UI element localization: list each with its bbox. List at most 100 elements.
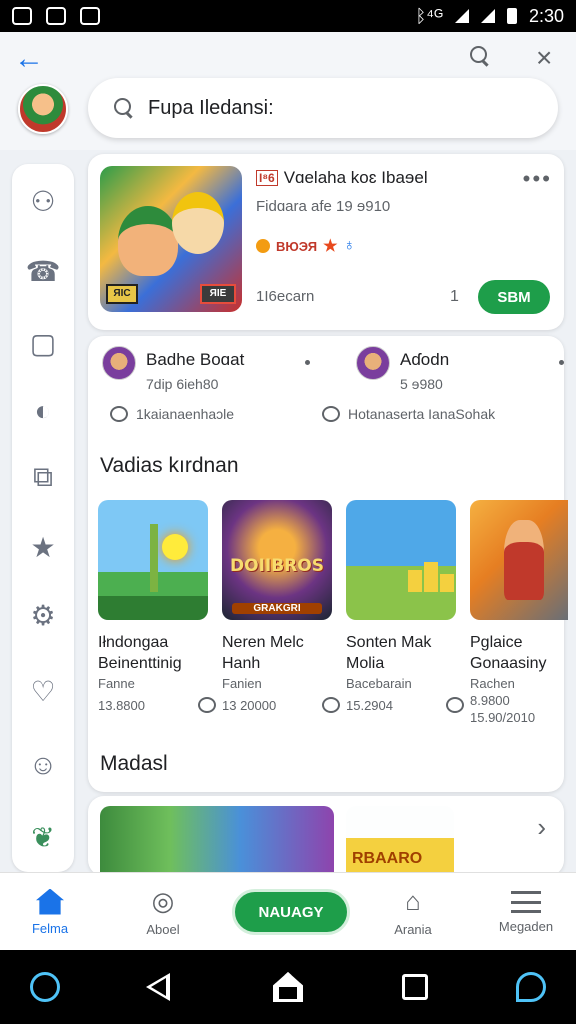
featured-app-art[interactable]: ЯIC ЯIE — [100, 166, 242, 312]
add-contact-icon[interactable]: ☎ — [26, 254, 61, 288]
friend-subtitle: 5 ɘ980 — [400, 376, 443, 392]
share-box-icon[interactable]: ⧉ — [26, 460, 60, 494]
close-icon[interactable]: × — [536, 42, 552, 74]
chat-notification-icon — [46, 7, 66, 25]
friend-item[interactable]: Aɗodn 5 ɘ980 Hotanaserta IanaSohak — [322, 346, 576, 436]
wifi-icon — [454, 9, 469, 23]
app-notification-icon — [80, 7, 100, 25]
search-icon — [114, 98, 134, 118]
app-header: ← × Fupa Iledansi: — [0, 32, 576, 150]
rating-text: BЮЭЯ — [276, 238, 318, 254]
game-category: Rachen — [470, 676, 515, 691]
game-name: Iłndongaa Beinenttinig — [98, 634, 182, 672]
more-dot-icon[interactable] — [305, 360, 310, 365]
battery-icon — [506, 8, 517, 24]
comment-text: Hotanaserta IanaSohak — [348, 406, 496, 422]
game-art[interactable]: DOIIBROS GRAKGRI — [222, 500, 332, 620]
nav-arena-label: Arania — [394, 921, 432, 937]
featured-action-button[interactable]: SBM — [478, 280, 550, 314]
game-category: Fanne — [98, 676, 135, 691]
system-home-icon[interactable] — [273, 972, 303, 1002]
comment-icon — [110, 406, 128, 422]
game-art[interactable] — [98, 500, 208, 620]
heart-icon[interactable]: ♡ — [26, 674, 60, 708]
feed-card: Badhe Boɑat 7dip 6ieh80 1kaianaenhaɔle A… — [88, 336, 568, 792]
art-badge: ЯIC — [106, 284, 138, 304]
globe-icon[interactable]: ◐ — [26, 394, 60, 428]
clock: 2:30 — [528, 5, 564, 26]
friend-item[interactable]: Badhe Boɑat 7dip 6ieh80 1kaianaenhaɔle — [102, 346, 322, 436]
hero-figure — [172, 192, 224, 254]
folder-icon[interactable]: ▢ — [26, 326, 60, 360]
game-name: Sonten Mak Molia — [346, 634, 432, 672]
assistant-icon[interactable] — [30, 972, 60, 1002]
avatar[interactable] — [18, 84, 68, 134]
primary-action-button[interactable]: NAUAGY — [232, 889, 350, 935]
comment-icon[interactable] — [198, 697, 216, 713]
bottom-navigation: Fеlma ◎ Aboel NAUAGY ⌂ Arania Megaden — [0, 872, 576, 950]
featured-app-card[interactable]: ЯIC ЯIE I⁸6 Vɑelaha koɛ Ibaɘel Fidɑara a… — [88, 154, 564, 330]
friend-name: Badhe Boɑat — [146, 350, 245, 369]
madasl-art[interactable] — [100, 806, 334, 876]
more-options-icon[interactable]: • • • — [523, 168, 550, 190]
madasl-art[interactable]: RBAARO — [346, 806, 454, 876]
nav-menu[interactable]: Megaden — [490, 873, 562, 951]
game-value: 15.2904 — [346, 697, 393, 713]
sidebar: ⚇ ☎ ▢ ◐ ⧉ ★ ⚙ ♡ ☺ ❦ — [12, 164, 74, 872]
home-icon — [36, 888, 64, 915]
screen-search-icon[interactable] — [516, 972, 546, 1002]
game-meta-row: 13 20000 — [222, 697, 340, 713]
featured-tag: I⁸6 — [256, 170, 278, 186]
person-badge-icon[interactable]: ⚇ — [26, 184, 60, 218]
game-card[interactable]: Pglaice Gonaasiny Rachen 8.9800 15.90/20… — [470, 500, 568, 725]
featured-meta: 1I6ecarn — [256, 288, 315, 305]
character-shape — [504, 520, 544, 600]
back-arrow-icon[interactable]: ← — [14, 44, 44, 74]
ribbon-icon: ♁ — [343, 237, 356, 254]
madasl-card: RBAARO › — [88, 796, 564, 876]
game-name: Neren Melc Hanh — [222, 634, 304, 672]
settings-icon[interactable]: ⚙ — [26, 598, 60, 632]
star-icon: ★ — [323, 238, 338, 255]
game-art-logo: DOIIBROS — [230, 556, 324, 576]
comment-icon — [322, 406, 340, 422]
leaf-icon[interactable]: ❦ — [26, 820, 60, 854]
avatar — [102, 346, 136, 380]
game-art[interactable] — [470, 500, 568, 620]
featured-subtitle: Fidɑara afe 19 ɘ910 — [256, 198, 391, 215]
game-name: Pglaice Gonaasiny — [470, 634, 547, 672]
friend-comment[interactable]: 1kaianaenhaɔle — [110, 406, 234, 422]
system-back-icon[interactable] — [146, 973, 170, 1001]
game-meta-row: 13.8800 — [98, 697, 216, 713]
comment-icon[interactable] — [322, 697, 340, 713]
search-input[interactable]: Fupa Iledansi: — [88, 78, 558, 138]
friend-comment[interactable]: Hotanaserta IanaSohak — [322, 406, 495, 422]
section-title-madasl: Madasl — [100, 752, 168, 775]
more-dot-icon[interactable] — [559, 360, 564, 365]
madasl-art-text: RBAARO — [352, 850, 423, 867]
header-search-button[interactable] — [470, 46, 490, 71]
system-recents-icon[interactable] — [402, 974, 428, 1000]
game-card[interactable]: Iłndongaa Beinenttinig Fanne 13.8800 — [98, 500, 216, 713]
featured-title-row: I⁸6 Vɑelaha koɛ Ibaɘel — [256, 168, 428, 188]
system-navigation-bar — [0, 950, 576, 1024]
game-meta-row: 15.2904 — [346, 697, 464, 713]
comment-icon[interactable] — [446, 697, 464, 713]
comment-text: 1kaianaenhaɔle — [136, 406, 235, 422]
nav-aboel[interactable]: ◎ Aboel — [128, 873, 198, 951]
sun-shape — [162, 534, 188, 560]
game-art[interactable] — [346, 500, 456, 620]
smiley-icon[interactable]: ☺ — [26, 748, 60, 782]
game-category: Bacebarain — [346, 676, 412, 691]
nav-home[interactable]: Fеlma — [18, 873, 82, 951]
chevron-right-icon[interactable]: › — [537, 812, 546, 843]
status-bar: ᛒ⁴ᴳ 2:30 — [0, 0, 576, 32]
search-placeholder: Fupa Iledansi: — [148, 96, 274, 119]
star-icon[interactable]: ★ — [26, 530, 60, 564]
avatar — [356, 346, 390, 380]
explore-icon: ◎ — [151, 886, 175, 916]
game-card[interactable]: Sonten Mak Molia Bacebarain 15.2904 — [346, 500, 464, 713]
nav-arena[interactable]: ⌂ Arania — [378, 873, 448, 951]
game-card[interactable]: DOIIBROS GRAKGRI Neren Melc Hanh Fanien … — [222, 500, 340, 713]
featured-rating: BЮЭЯ ★ ♁ — [256, 236, 355, 256]
